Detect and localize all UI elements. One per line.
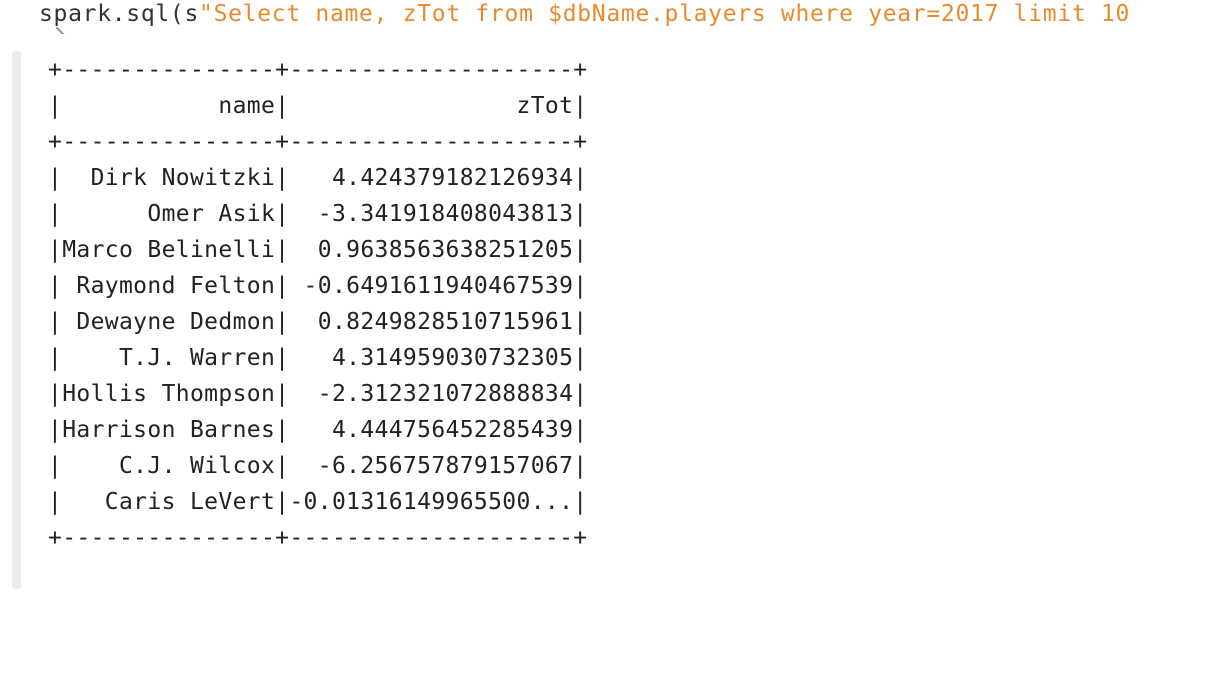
table-row: | Omer Asik| -3.341918408043813| <box>48 201 588 227</box>
table-row: | Caris LeVert|-0.01316149965500...| <box>48 489 588 515</box>
table-row: | Dirk Nowitzki| 4.424379182126934| <box>48 165 588 191</box>
table-row: | Raymond Felton| -0.6491611940467539| <box>48 273 588 299</box>
code-prefix: spark.sql(s <box>39 1 200 27</box>
table-row: | C.J. Wilcox| -6.256757879157067| <box>48 453 588 479</box>
query-output-table: +---------------+--------------------+ | … <box>48 52 588 556</box>
table-row: |Hollis Thompson| -2.312321072888834| <box>48 381 588 407</box>
table-header-separator: +---------------+--------------------+ <box>48 129 588 155</box>
table-row: | T.J. Warren| 4.314959030732305| <box>48 345 588 371</box>
chevron-right-icon[interactable] <box>12 5 64 34</box>
table-row: | Dewayne Dedmon| 0.8249828510715961| <box>48 309 588 335</box>
table-row: |Marco Belinelli| 0.9638563638251205| <box>48 237 588 263</box>
table-row: |Harrison Barnes| 4.444756452285439| <box>48 417 588 443</box>
code-cell-input[interactable]: spark.sql(s"Select name, zTot from $dbNa… <box>0 0 1226 34</box>
output-gutter-bar <box>12 51 21 589</box>
table-header-row: | name| zTot| <box>48 93 588 119</box>
code-string-literal: "Select name, zTot from $dbName.players … <box>199 1 1131 27</box>
table-border-bottom: +---------------+--------------------+ <box>48 525 588 551</box>
code-line[interactable]: spark.sql(s"Select name, zTot from $dbNa… <box>39 0 1130 28</box>
table-border-top: +---------------+--------------------+ <box>48 57 588 83</box>
